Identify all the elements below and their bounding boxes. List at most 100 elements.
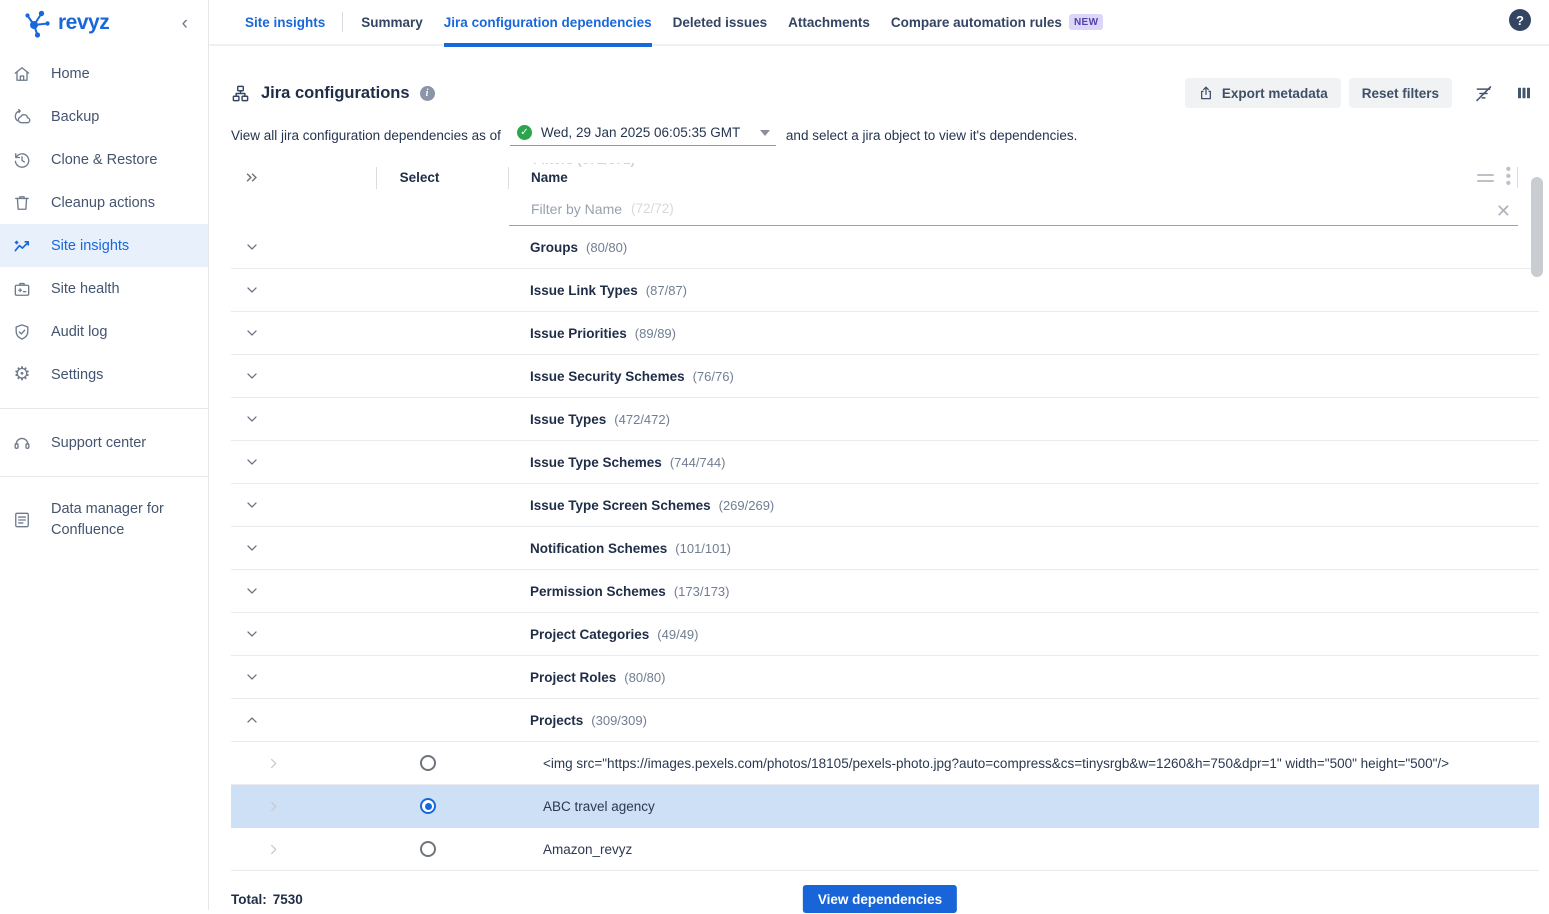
table-row-project-roles[interactable]: Project Roles (80/80)	[231, 656, 1539, 699]
table-row-project-categories[interactable]: Project Categories (49/49)	[231, 613, 1539, 656]
chevron-right-icon[interactable]	[266, 756, 281, 771]
sidebar-item-label: Site health	[51, 281, 120, 297]
logo-row: revyz ‹	[0, 0, 208, 46]
sidebar-item-support-center[interactable]: Support center	[0, 421, 208, 464]
category-count: (472/472)	[614, 412, 670, 427]
clear-all-filters-icon[interactable]	[1473, 83, 1494, 104]
table-row-notification-schemes[interactable]: Notification Schemes (101/101)	[231, 527, 1539, 570]
collapse-sidebar-icon[interactable]: ‹	[178, 14, 192, 33]
chevron-down-icon[interactable]	[244, 411, 260, 427]
export-metadata-button[interactable]: Export metadata	[1185, 78, 1341, 108]
category-count: (80/80)	[586, 240, 627, 255]
new-badge: NEW	[1069, 14, 1104, 30]
sidebar-divider	[0, 408, 208, 409]
category-count: (101/101)	[675, 541, 731, 556]
chevron-down-icon[interactable]	[244, 325, 260, 341]
reset-filters-button[interactable]: Reset filters	[1349, 78, 1452, 108]
sidebar-item-home[interactable]: Home	[0, 52, 208, 95]
table-row-img-src-https-images-pexels-com-photos-1[interactable]: <img src="https://images.pexels.com/phot…	[231, 742, 1539, 785]
chevron-down-icon[interactable]	[244, 282, 260, 298]
confluence-doc-icon	[12, 510, 32, 530]
chevron-right-icon[interactable]	[266, 799, 281, 814]
sidebar-item-site-insights[interactable]: Site insights	[0, 224, 208, 267]
tab-deleted-issues[interactable]: Deleted issues	[673, 0, 768, 45]
tab-compare-automation-rules[interactable]: Compare automation rules NEW	[891, 0, 1104, 45]
page-title: Jira configurations	[261, 84, 410, 103]
home-icon	[12, 64, 32, 84]
chevron-down-icon[interactable]	[244, 368, 260, 384]
table-row-abc-travel-agency[interactable]: ABC travel agency	[231, 785, 1539, 828]
site-health-icon	[12, 279, 32, 299]
table-row-issue-types[interactable]: Issue Types (472/472)	[231, 398, 1539, 441]
chevron-down-icon[interactable]	[244, 239, 260, 255]
manage-columns-icon[interactable]	[1515, 84, 1533, 102]
dependencies-table: Filters (871/871) Select Name •••	[231, 163, 1539, 871]
project-name: <img src="https://images.pexels.com/phot…	[543, 756, 1449, 771]
table-row-issue-security-schemes[interactable]: Issue Security Schemes (76/76)	[231, 355, 1539, 398]
category-name: Project Roles	[530, 670, 616, 685]
table-row-issue-priorities[interactable]: Issue Priorities (89/89)	[231, 312, 1539, 355]
sidebar-item-label: Clone & Restore	[51, 152, 157, 168]
tab-bar: Summary Jira configuration dependencies …	[361, 0, 1124, 45]
table-row-groups[interactable]: Groups (80/80)	[231, 226, 1539, 269]
category-name: Issue Type Screen Schemes	[530, 498, 711, 513]
total-label: Total:	[231, 892, 267, 907]
sidebar-item-cleanup-actions[interactable]: Cleanup actions	[0, 181, 208, 224]
chevron-down-icon[interactable]	[244, 626, 260, 642]
vertical-scrollbar[interactable]	[1531, 177, 1543, 277]
table-row-projects[interactable]: Projects (309/309)	[231, 699, 1539, 742]
sidebar-item-clone-restore[interactable]: Clone & Restore	[0, 138, 208, 181]
revyz-logo-icon	[24, 9, 51, 38]
sidebar-item-site-health[interactable]: Site health	[0, 267, 208, 310]
tab-attachments[interactable]: Attachments	[788, 0, 870, 45]
expand-all-icon[interactable]	[244, 170, 376, 185]
tab-jira-configuration-dependencies[interactable]: Jira configuration dependencies	[444, 0, 652, 45]
sidebar-item-audit-log[interactable]: Audit log	[0, 310, 208, 353]
filter-by-name-input[interactable]: Filter by Name (72/72) ✕	[509, 192, 1518, 226]
chevron-down-icon[interactable]	[244, 497, 260, 513]
info-icon[interactable]: i	[420, 86, 435, 101]
sidebar-item-data-manager-for-confluence[interactable]: Data manager for Confluence	[0, 489, 208, 551]
table-row-issue-type-screen-schemes[interactable]: Issue Type Screen Schemes (269/269)	[231, 484, 1539, 527]
tab-summary[interactable]: Summary	[361, 0, 423, 45]
radio-button[interactable]	[420, 841, 436, 857]
category-name: Issue Link Types	[530, 283, 638, 298]
help-icon[interactable]: ?	[1509, 9, 1531, 31]
backup-icon	[12, 107, 32, 127]
tab-label: Attachments	[788, 15, 870, 30]
breadcrumb[interactable]: Site insights	[245, 15, 325, 30]
column-lines-icon[interactable]	[1477, 174, 1494, 182]
sidebar-item-label: Home	[51, 66, 90, 82]
category-count: (744/744)	[670, 455, 726, 470]
chevron-right-icon[interactable]	[266, 842, 281, 857]
column-header-select: Select	[377, 170, 508, 185]
snapshot-date-select[interactable]: ✓ Wed, 29 Jan 2025 06:05:35 GMT	[510, 125, 776, 146]
chevron-down-icon[interactable]	[244, 454, 260, 470]
sidebar-item-settings[interactable]: ⚙ Settings	[0, 353, 208, 396]
chevron-down-icon[interactable]	[244, 712, 260, 728]
tab-label: Deleted issues	[673, 15, 768, 30]
chevron-down-icon[interactable]	[244, 669, 260, 685]
chevron-down-icon[interactable]	[244, 583, 260, 599]
table-row-issue-link-types[interactable]: Issue Link Types (87/87)	[231, 269, 1539, 312]
category-name: Permission Schemes	[530, 584, 666, 599]
table-row-permission-schemes[interactable]: Permission Schemes (173/173)	[231, 570, 1539, 613]
sidebar-item-backup[interactable]: Backup	[0, 95, 208, 138]
sidebar-item-label: Cleanup actions	[51, 195, 155, 211]
radio-button[interactable]	[420, 798, 436, 814]
subtitle-suffix: and select a jira object to view it's de…	[786, 128, 1078, 143]
view-dependencies-button[interactable]: View dependencies	[803, 885, 957, 913]
table-row-issue-type-schemes[interactable]: Issue Type Schemes (744/744)	[231, 441, 1539, 484]
clear-filter-icon[interactable]: ✕	[1496, 202, 1511, 220]
header-actions: Export metadata Reset filters	[1177, 78, 1533, 108]
category-name: Issue Security Schemes	[530, 369, 685, 384]
radio-button[interactable]	[420, 755, 436, 771]
support-center-icon	[12, 433, 32, 453]
chevron-down-icon[interactable]	[244, 540, 260, 556]
table-row-amazon-revyz[interactable]: Amazon_revyz	[231, 828, 1539, 871]
sidebar-item-label: Settings	[51, 367, 103, 383]
filter-placeholder: Filter by Name	[531, 201, 622, 217]
column-menu-icon[interactable]: •••	[1506, 167, 1511, 187]
column-divider	[1517, 167, 1518, 188]
category-count: (87/87)	[646, 283, 687, 298]
